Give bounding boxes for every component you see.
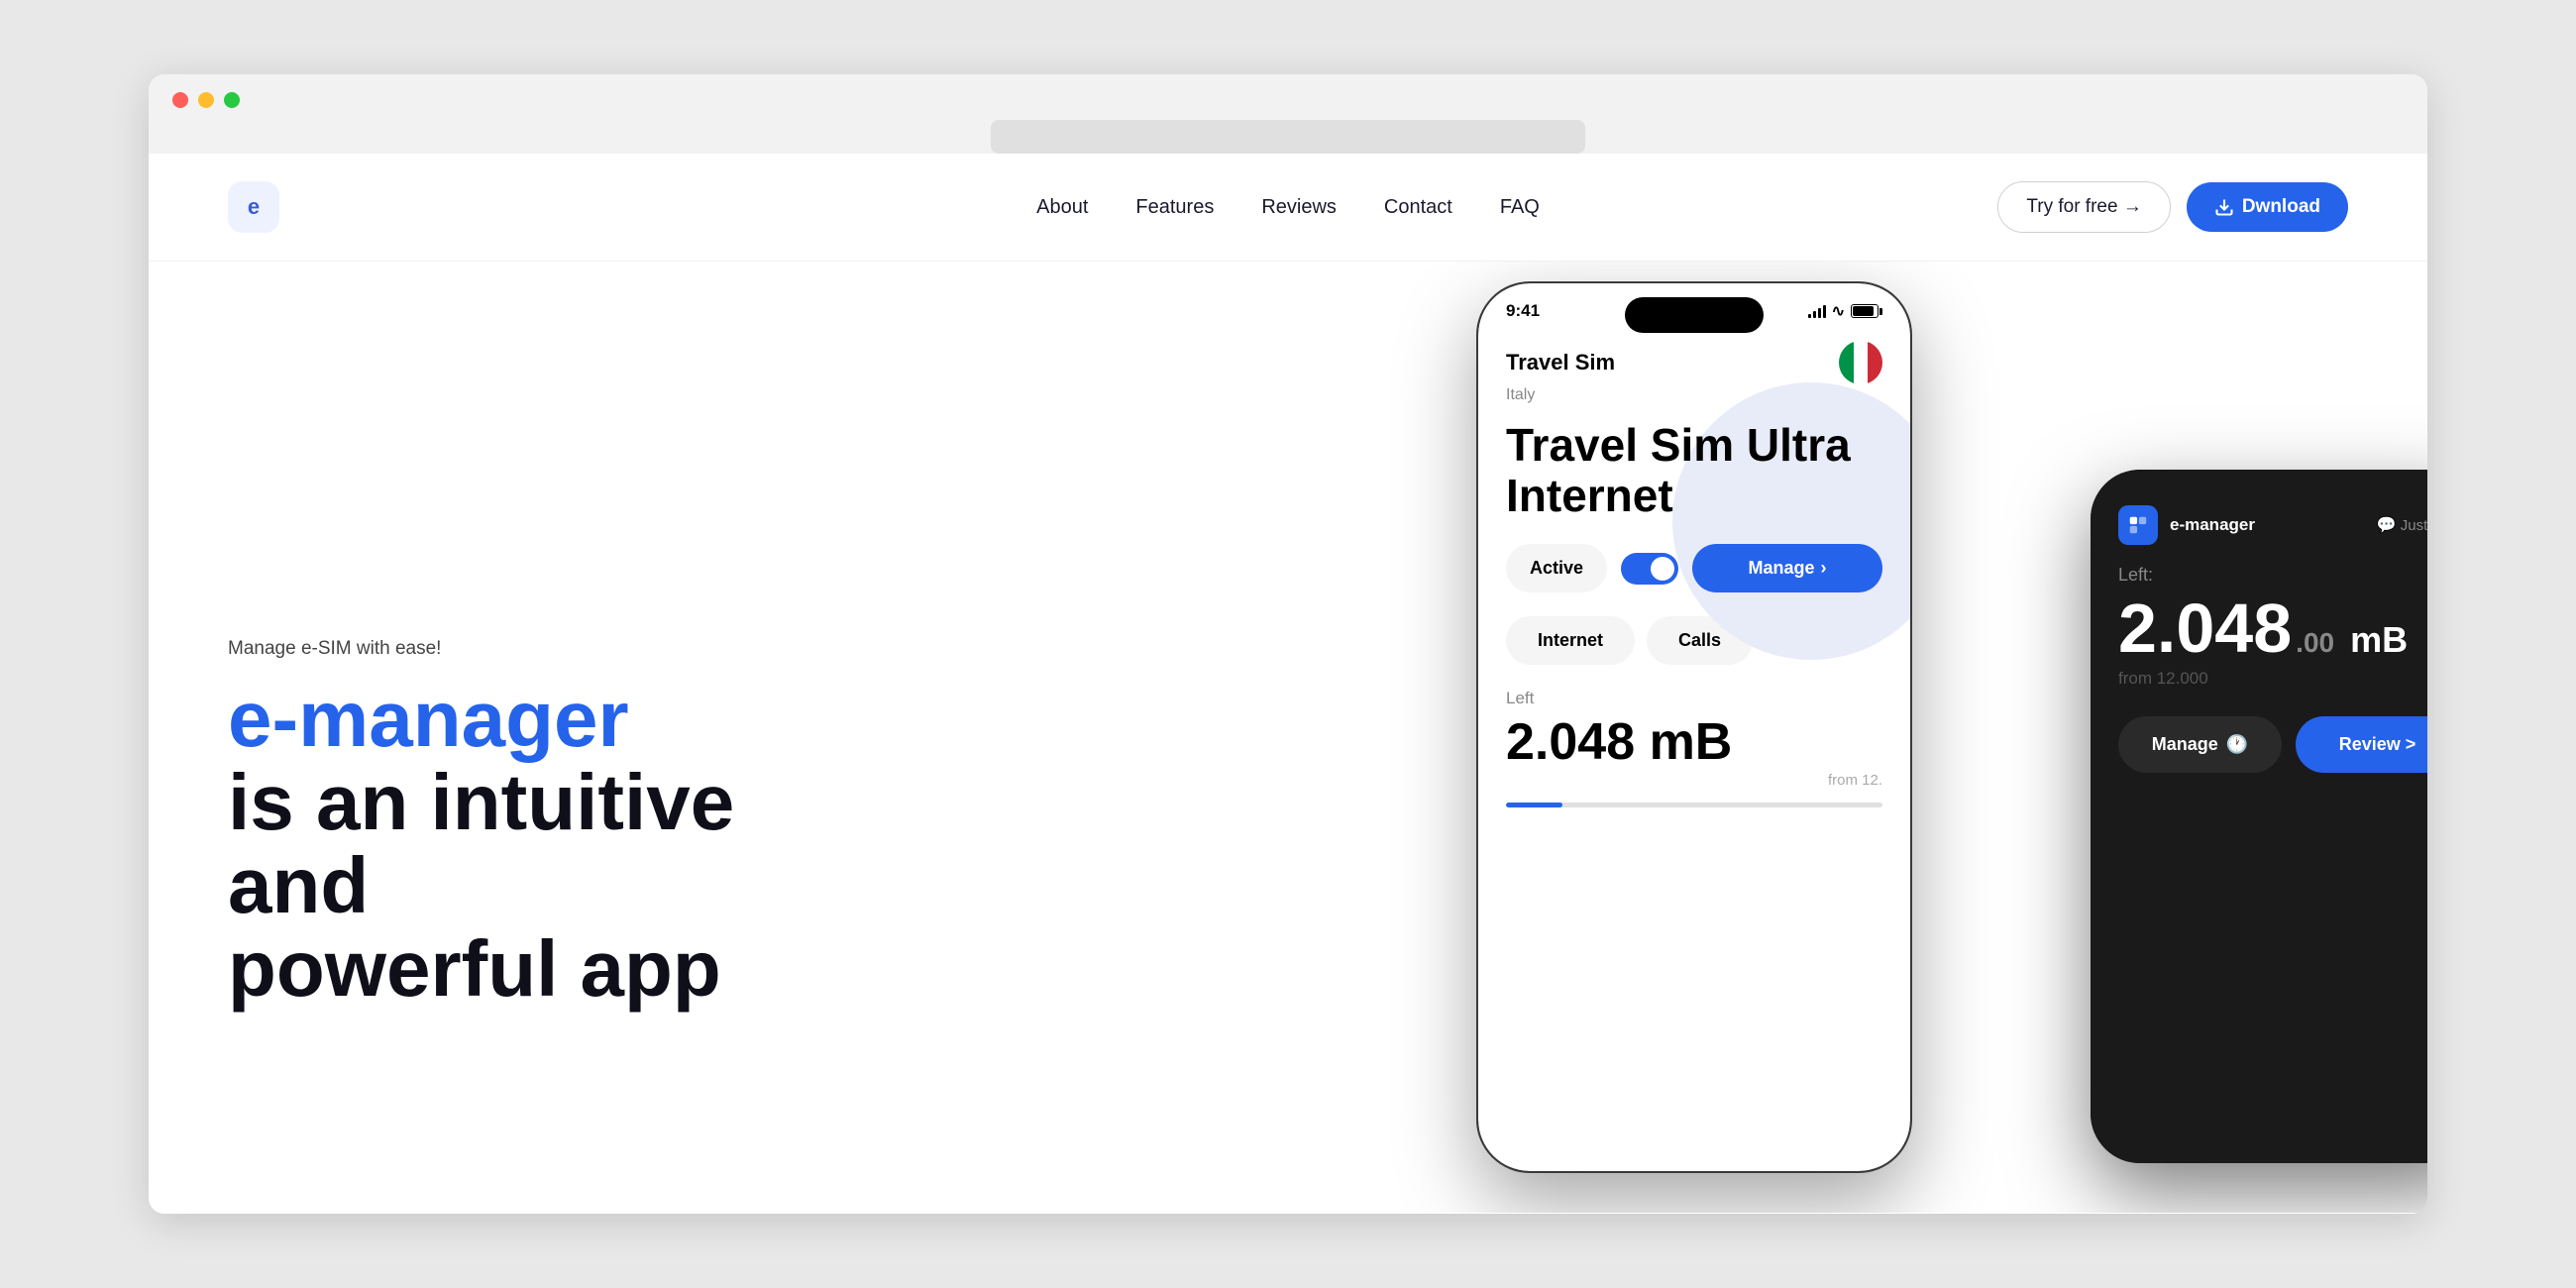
hero-section: Manage e-SIM with ease! e-manager is an … (149, 262, 2427, 1213)
logo[interactable]: e (228, 181, 279, 233)
data-amount: 2.048 mB (1506, 716, 1882, 768)
sim-actions: Active Manage › (1478, 544, 1910, 592)
sim-plan-title: Travel Sim UltraInternet (1506, 420, 1882, 520)
app-icon-glyph (2127, 514, 2149, 536)
notif-app-icon (2118, 505, 2158, 545)
data-progress-fill (1506, 803, 1562, 807)
hero-title-suffix: is an intuitive andpowerful app (228, 758, 734, 1013)
dark-data-big: 2.048 (2118, 593, 2292, 663)
phone-main-inner: 9:41 ∿ (1478, 283, 1910, 1171)
dark-actions: Manage 🕐 Review > (2118, 716, 2427, 773)
dark-review-label: Review > (2339, 734, 2416, 755)
notif-app: e-manager (2118, 505, 2255, 545)
toggle-switch[interactable] (1621, 553, 1678, 585)
nav-actions: Try for free → Dwnload (1997, 181, 2348, 233)
phone-dark: e-manager 💬 Just now Left: 2.048 .00 (2091, 470, 2427, 1163)
nav-link-reviews[interactable]: Reviews (1261, 196, 1337, 219)
address-bar-row (172, 120, 2404, 154)
phones-container: 9:41 ∿ (1397, 262, 2427, 1213)
sim-name: Travel Sim (1506, 350, 1615, 376)
nav-link-features[interactable]: Features (1135, 196, 1214, 219)
phone-time: 9:41 (1506, 301, 1540, 321)
chat-icon: 💬 (2377, 515, 2397, 535)
data-progress-bar (1506, 803, 1882, 807)
browser-window: e About Features Reviews Contact FAQ Try… (149, 74, 2427, 1214)
from-row: from 12. (1506, 768, 1882, 789)
data-from-label: from 12. (1828, 772, 1882, 789)
traffic-light-yellow[interactable] (198, 92, 214, 108)
manage-label: Manage (1749, 558, 1815, 579)
hero-text: Manage e-SIM with ease! e-manager is an … (228, 321, 743, 1011)
traffic-light-green[interactable] (224, 92, 240, 108)
try-free-button[interactable]: Try for free → (1997, 181, 2170, 233)
download-icon (2214, 197, 2234, 217)
download-button[interactable]: Dwnload (2187, 182, 2348, 232)
dark-notification: e-manager 💬 Just now (2118, 505, 2427, 545)
phone-main: 9:41 ∿ (1476, 281, 1912, 1173)
italy-flag-icon (1839, 341, 1882, 384)
nav-link-contact[interactable]: Contact (1384, 196, 1452, 219)
notif-app-name: e-manager (2170, 515, 2255, 535)
nav-link-about[interactable]: About (1036, 196, 1088, 219)
manage-button[interactable]: Manage › (1692, 544, 1882, 592)
hero-title: e-manager is an intuitive andpowerful ap… (228, 678, 743, 1011)
traffic-light-red[interactable] (172, 92, 188, 108)
brand-name: e-manager (228, 675, 629, 763)
address-bar[interactable] (991, 120, 1585, 154)
dark-from-label: from 12.000 (2118, 669, 2427, 689)
data-section: Left 2.048 mB from 12. (1478, 665, 1910, 807)
phone-dark-inner: e-manager 💬 Just now Left: 2.048 .00 (2091, 470, 2427, 1163)
traffic-lights (172, 92, 2404, 108)
download-label: Dwnload (2242, 196, 2320, 218)
dark-data-decimal: .00 (2296, 627, 2334, 659)
hero-subtitle: Manage e-SIM with ease! (228, 638, 743, 660)
signal-bars-icon (1808, 304, 1826, 318)
dark-left-label: Left: (2118, 565, 2427, 586)
dark-manage-button[interactable]: Manage 🕐 (2118, 716, 2282, 773)
nav-link-faq[interactable]: FAQ (1500, 196, 1540, 219)
sim-title-row: Travel Sim (1506, 341, 1882, 384)
tab-internet[interactable]: Internet (1506, 616, 1635, 665)
dark-manage-label: Manage (2152, 734, 2218, 755)
dark-data-main: 2.048 .00 mB (2118, 593, 2427, 663)
nav-links: About Features Reviews Contact FAQ (1036, 196, 1540, 219)
browser-chrome (149, 74, 2427, 154)
dark-review-button[interactable]: Review > (2296, 716, 2427, 773)
notif-time: 💬 Just now (2377, 515, 2427, 535)
dynamic-island (1625, 297, 1764, 333)
active-badge: Active (1506, 544, 1607, 592)
status-right: ∿ (1808, 301, 1882, 321)
dark-data-unit: mB (2350, 619, 2408, 661)
clock-icon: 🕐 (2226, 734, 2248, 755)
wifi-icon: ∿ (1832, 301, 1845, 321)
navigation: e About Features Reviews Contact FAQ Try… (149, 154, 2427, 262)
time-label: Just now (2401, 517, 2427, 534)
data-label: Left (1506, 689, 1882, 708)
browser-content: e About Features Reviews Contact FAQ Try… (149, 154, 2427, 1214)
battery-icon (1851, 304, 1882, 318)
